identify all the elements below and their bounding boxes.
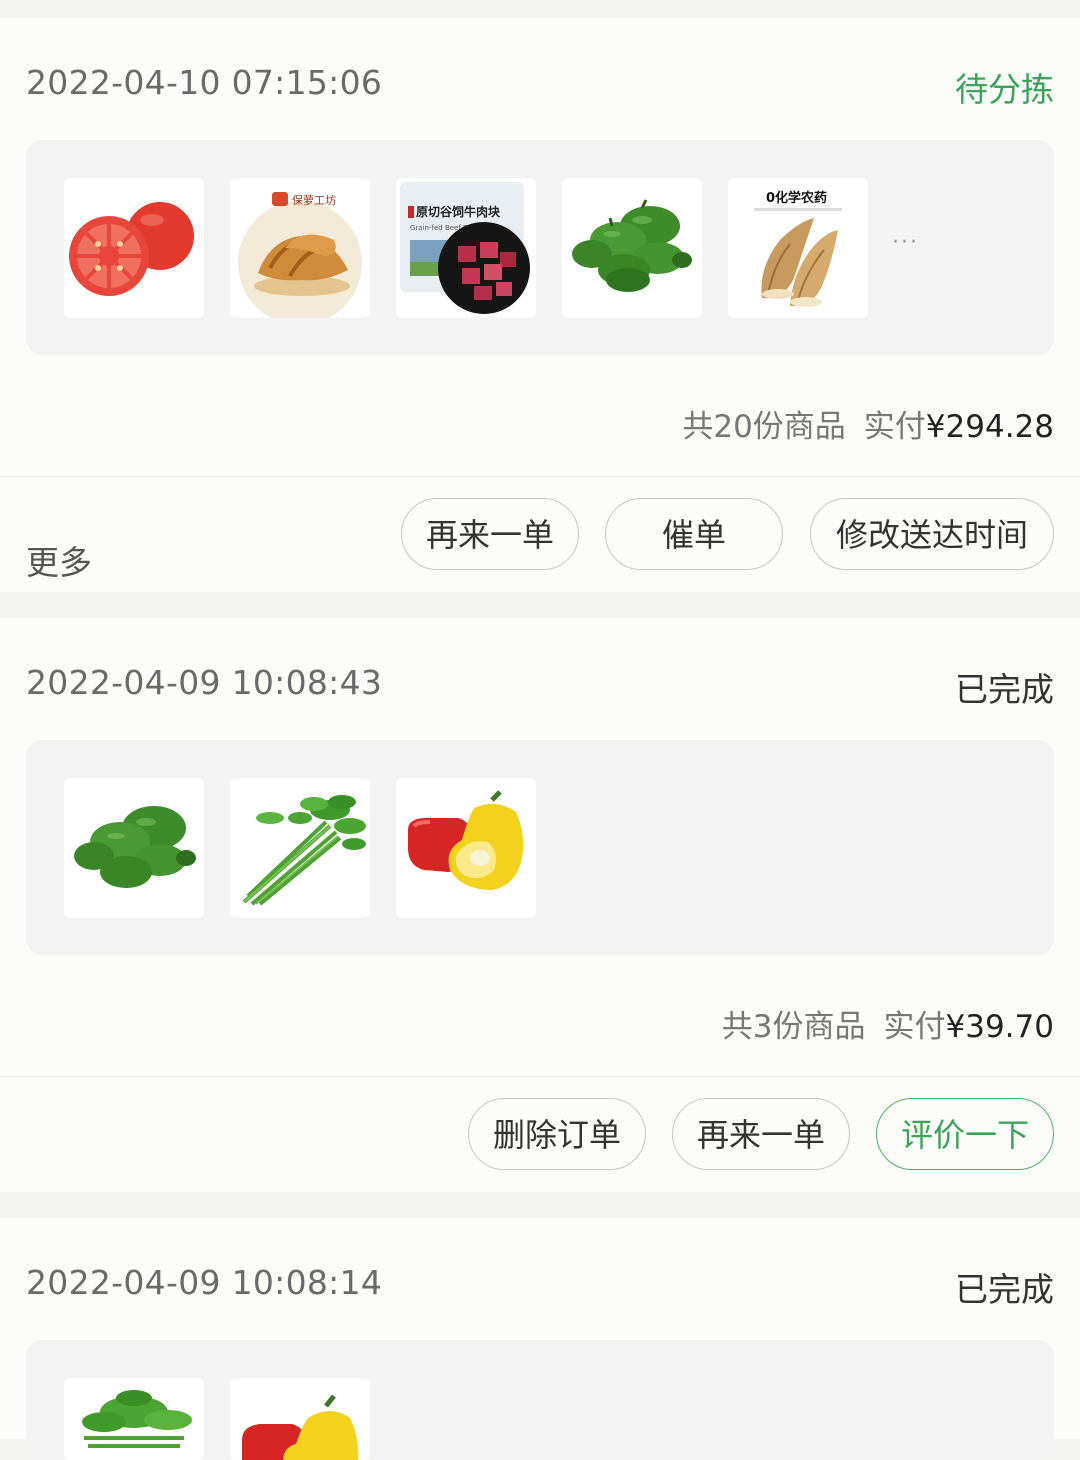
order-datetime: 2022-04-10 07:15:06 [26,63,383,102]
paid-label: 实付 [863,409,926,445]
order-card[interactable]: 2022-04-09 10:08:14 已完成 [0,1218,1080,1460]
product-image-green-peppers [64,778,204,918]
reorder-button[interactable]: 再来一单 [401,498,579,570]
product-image-beef: 原切谷饲牛肉块 Grain-fed Beef Diced [396,178,536,318]
divider [0,476,1080,477]
order-datetime: 2022-04-09 10:08:14 [26,1263,383,1302]
product-image-bell-peppers [396,778,536,918]
divider [0,1076,1080,1077]
bamboo-label: 0化学农药 [766,190,827,206]
paid-label: 实付 [883,1009,946,1045]
product-image-tomato [64,178,204,318]
product-image-bell-peppers [230,1378,370,1460]
change-delivery-time-button[interactable]: 修改送达时间 [810,498,1054,570]
more-actions-link[interactable]: 更多 [26,536,92,584]
more-items-indicator: ··· [892,230,919,255]
order-datetime: 2022-04-09 10:08:43 [26,663,383,702]
item-count: 共20份商品 [682,409,846,445]
product-image-water-spinach [230,778,370,918]
delete-order-button[interactable]: 删除订单 [468,1098,646,1170]
order-card[interactable]: 2022-04-09 10:08:43 已完成 共3份商品 实付¥39.70 删… [0,618,1080,1192]
product-image-green-peppers [562,178,702,318]
review-button[interactable]: 评价一下 [876,1098,1054,1170]
order-status: 已完成 [955,670,1054,709]
goods-strip[interactable] [26,740,1054,955]
brand-label: 保萝工坊 [292,193,336,207]
paid-amount: ¥39.70 [945,1009,1054,1045]
order-summary: 共20份商品 实付¥294.28 [682,401,1054,446]
order-card[interactable]: 2022-04-10 07:15:06 待分拣 保萝工坊 原切谷饲牛肉块 Gra… [0,18,1080,592]
goods-strip[interactable]: 保萝工坊 原切谷饲牛肉块 Grain-fed Beef Diced 0化学农药 … [26,140,1054,355]
order-summary: 共3份商品 实付¥39.70 [722,1001,1054,1046]
product-image-bamboo-shoots: 0化学农药 [728,178,868,318]
product-image-water-spinach [64,1378,204,1460]
item-count: 共3份商品 [721,1009,866,1045]
beef-label: 原切谷饲牛肉块 [416,204,501,219]
reorder-button[interactable]: 再来一单 [672,1098,850,1170]
order-status: 待分拣 [955,70,1054,109]
product-image-croissant: 保萝工坊 [230,178,370,318]
paid-amount: ¥294.28 [925,409,1054,445]
order-status: 已完成 [955,1270,1054,1309]
goods-strip[interactable] [26,1340,1054,1460]
urge-order-button[interactable]: 催单 [605,498,783,570]
